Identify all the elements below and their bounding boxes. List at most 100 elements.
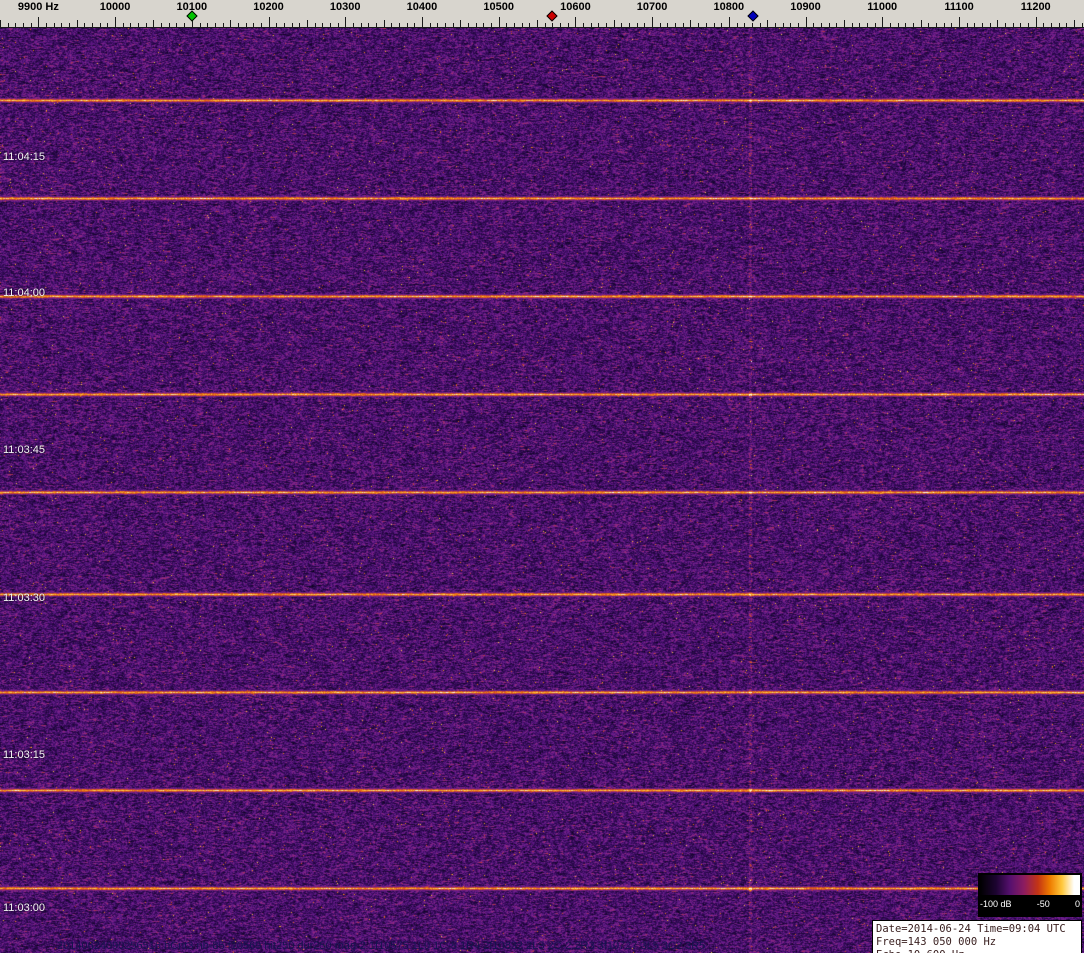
ruler-tick [84,23,86,27]
ruler-tick [974,23,976,27]
freq-tick-label: 10400 [406,1,438,13]
spectrogram-canvas[interactable] [0,28,1084,953]
spectrogram-app: 9900 Hz 10000 10100 10200 10300 10400 10500 106… [0,0,1084,953]
marker-blue-diamond-icon[interactable] [747,10,760,22]
ruler-tick [375,23,377,27]
ruler-tick [145,23,147,27]
ruler-tick [851,23,853,27]
ruler-tick [421,17,423,27]
ruler-tick [652,17,654,27]
ruler-tick [997,20,999,27]
ruler-tick [199,23,201,27]
ruler-tick [613,20,615,27]
ruler-tick [1066,23,1068,27]
legend-min-label: -100 dB [980,899,1012,909]
ruler-tick [291,23,293,27]
freq-tick-label: 10000 [99,1,131,13]
ruler-tick [23,23,24,27]
ruler-tick [69,23,70,27]
ruler-tick [406,23,408,27]
ruler-tick [935,23,937,27]
ruler-tick [383,20,385,27]
marker-red-diamond-icon[interactable] [545,10,558,22]
color-scale-labels: -100 dB -50 0 [980,895,1080,909]
ruler-tick [299,23,301,27]
ruler-tick [828,23,830,27]
ruler-tick [268,17,270,27]
ruler-tick [805,17,807,27]
ruler-tick [391,23,393,27]
ruler-tick [414,23,416,27]
ruler-tick [751,23,753,27]
ruler-tick [230,20,232,27]
ruler-tick [214,23,216,27]
info-freq-line: Freq=143 050 000 Hz [876,936,997,948]
ruler-tick [797,23,799,27]
ruler-tick [820,23,822,27]
ruler-tick [61,23,63,27]
ruler-tick [1051,23,1052,27]
ruler-tick [675,23,677,27]
ruler-tick [728,17,730,27]
ruler-tick [314,23,316,27]
ruler-tick [207,23,209,27]
ruler-tick [705,23,707,27]
ruler-tick [115,17,117,27]
ruler-tick [306,20,308,27]
frequency-ruler[interactable]: 9900 Hz 10000 10100 10200 10300 10400 10500 106… [0,0,1084,28]
ruler-tick [1081,23,1083,27]
freq-tick-label: 9900 Hz [17,1,59,13]
freq-tick-label: 10300 [329,1,361,13]
ruler-tick [46,23,47,27]
ruler-tick [1043,23,1045,27]
ruler-tick [337,23,339,27]
ruler-tick [260,23,262,27]
ruler-tick [690,20,692,27]
time-label: 11:03:30 [3,592,46,604]
ruler-tick [836,23,838,27]
ruler-tick [897,23,899,27]
ruler-tick [889,23,891,27]
ruler-tick [475,23,477,27]
ruler-tick [920,20,922,27]
legend-max-label: 0 [1074,899,1080,909]
time-label: 11:04:15 [3,151,46,163]
color-scale-legend: -100 dB -50 0 [978,873,1082,917]
ruler-tick [99,23,101,27]
freq-tick-label: 10800 [713,1,745,13]
ruler-tick [398,23,400,27]
ruler-tick [721,23,723,27]
ruler-tick [744,23,746,27]
ruler-tick [1020,23,1022,27]
ruler-tick [122,23,124,27]
info-echo-line: Echo=10 600 Hz [876,949,1078,953]
freq-tick-label: 10200 [253,1,284,13]
ruler-tick [713,23,715,27]
ruler-tick [445,23,446,27]
ruler-tick [168,23,170,27]
ruler-tick [859,23,861,27]
ruler-tick [452,23,454,27]
ruler-tick [552,23,554,27]
time-label: 11:04:00 [3,287,46,299]
ruler-tick [53,23,55,27]
ruler-tick [1074,20,1075,27]
freq-tick-label: 11000 [867,1,898,13]
ruler-tick [506,23,508,27]
ruler-tick [1028,23,1029,27]
ruler-tick [130,23,132,27]
ruler-tick [15,23,17,27]
ruler-tick [882,17,884,27]
ruler-tick [521,23,523,27]
ruler-tick [874,23,876,27]
ruler-tick [1035,17,1037,27]
ruler-tick [560,23,561,27]
ruler-tick [38,17,40,27]
time-label: 11:03:45 [3,444,46,456]
ruler-tick [153,20,155,27]
ruler-tick [368,23,370,27]
ruler-tick [575,17,577,27]
freq-tick-label: 10700 [636,1,668,13]
ruler-tick [222,23,224,27]
ruler-tick [544,23,546,27]
